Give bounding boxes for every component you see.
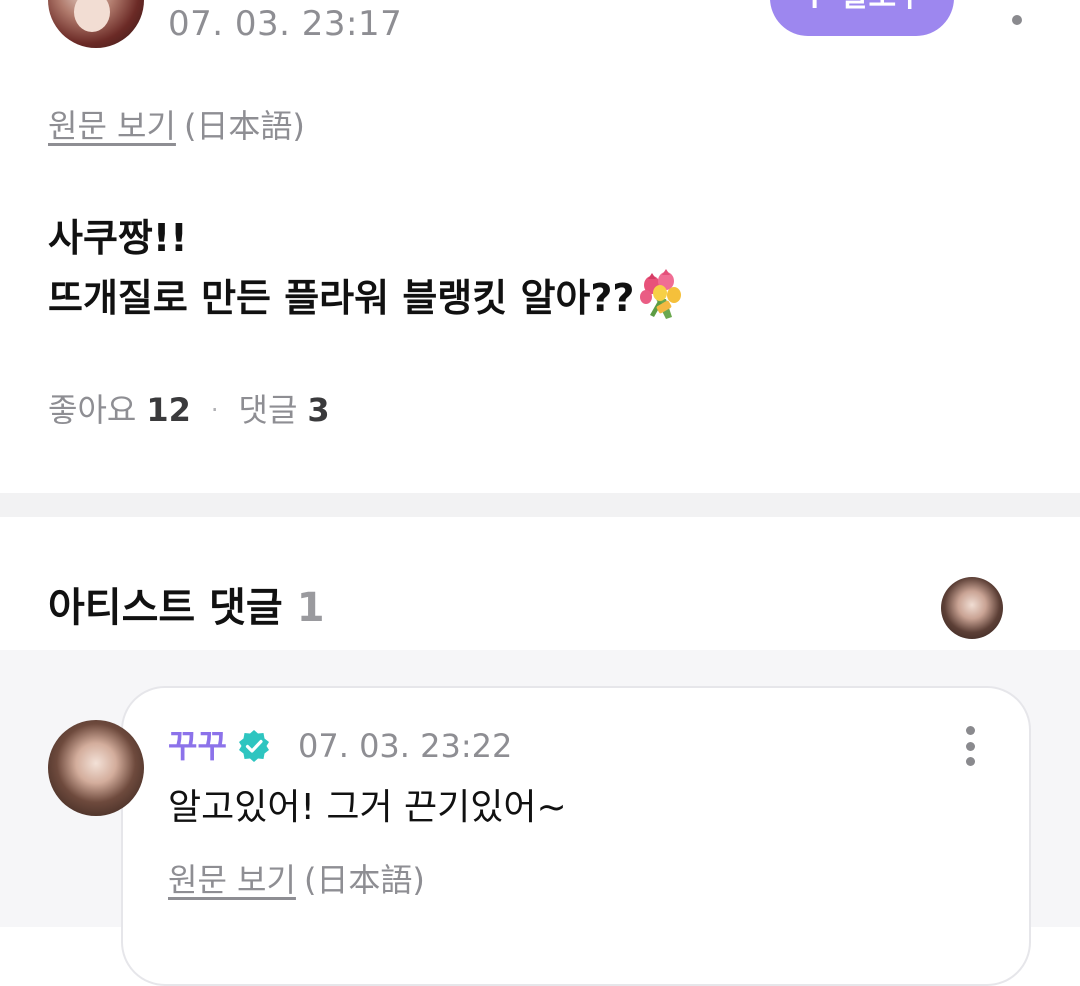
bouquet-icon (640, 269, 682, 319)
section-divider (0, 493, 1080, 517)
post-body-line: 뜨개질로 만든 플라워 블랭킷 알아?? (48, 268, 684, 328)
comments-label[interactable]: 댓글 (239, 388, 298, 432)
original-language: (日本語) (303, 861, 425, 899)
follow-button[interactable]: + 팔로우 (770, 0, 954, 36)
post-body-line: 사쿠짱!! (48, 216, 188, 260)
verified-badge-icon (238, 730, 269, 762)
post-more-options-icon[interactable] (1005, 0, 1029, 25)
follow-label: 팔로우 (841, 0, 924, 14)
comment-timestamp: 07. 03. 23:22 (298, 727, 513, 765)
post-author-avatar[interactable] (48, 0, 144, 48)
comment-author-name[interactable]: 꾸꾸 (168, 724, 227, 768)
view-original-link[interactable]: 원문 보기 (168, 861, 296, 899)
comment-author-avatar[interactable] (48, 720, 144, 816)
stats-separator: · (210, 396, 219, 424)
view-original-link[interactable]: 원문 보기 (48, 107, 176, 145)
artist-comments-count: 1 (296, 585, 325, 631)
post-timestamp: 07. 03. 23:17 (168, 4, 403, 44)
original-language: (日本語) (183, 107, 305, 145)
comments-count[interactable]: 3 (307, 388, 329, 432)
post-view-original[interactable]: 원문 보기 (日本語) (48, 106, 305, 146)
artist-comments-title: 아티스트 댓글 1 (48, 582, 325, 634)
comment-view-original[interactable]: 원문 보기 (日本語) (168, 860, 425, 900)
plus-icon: + (800, 0, 829, 14)
comment-author[interactable]: 꾸꾸 (168, 724, 271, 768)
likes-label[interactable]: 좋아요 (48, 388, 136, 432)
artist-comments-heading: 아티스트 댓글 (48, 585, 283, 631)
likes-count[interactable]: 12 (146, 388, 191, 432)
post-body: 사쿠짱!! 뜨개질로 만든 플라워 블랭킷 알아?? (48, 208, 684, 328)
comment-more-options-icon[interactable] (958, 726, 982, 766)
post-stats: 좋아요 12 · 댓글 3 (48, 388, 330, 432)
comment-text: 알고있어! 그거 끈기있어~ (168, 787, 567, 828)
artist-avatar[interactable] (941, 577, 1003, 639)
